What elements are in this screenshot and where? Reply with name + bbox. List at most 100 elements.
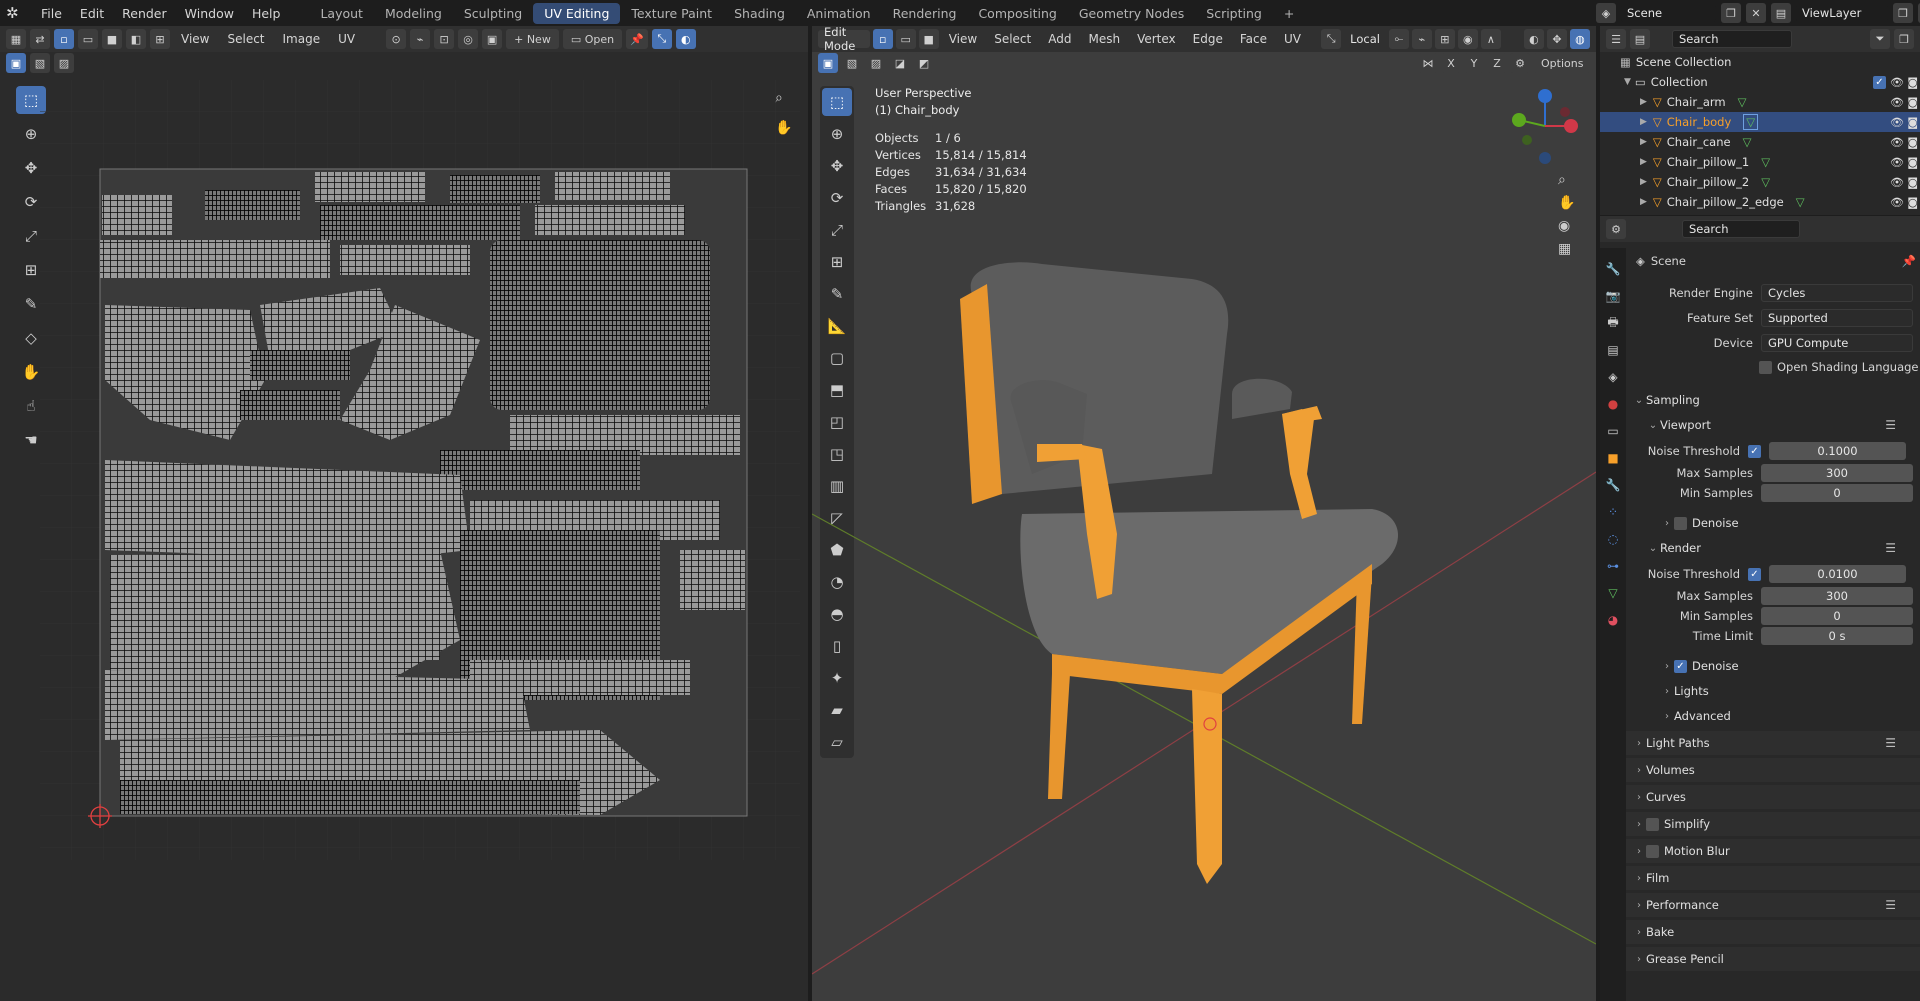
presets-icon[interactable]: ☰ bbox=[1885, 736, 1896, 750]
r-noise-field[interactable]: 0.0100 bbox=[1769, 565, 1906, 583]
pivot-icon[interactable]: ⊙ bbox=[386, 29, 407, 49]
constraints-tab-icon[interactable]: ⊶ bbox=[1603, 555, 1623, 577]
expand-icon[interactable]: ▶ bbox=[1640, 197, 1647, 207]
r-max-field[interactable]: 300 bbox=[1761, 587, 1913, 605]
snap-icon[interactable]: ⌁ bbox=[410, 29, 431, 49]
presets-icon[interactable]: ☰ bbox=[1885, 418, 1896, 432]
island-select-icon[interactable]: ◧ bbox=[126, 29, 146, 49]
scene-icon[interactable]: ◈ bbox=[1596, 3, 1616, 23]
scene-tab-icon[interactable]: ◈ bbox=[1603, 366, 1623, 388]
vp-select-new-icon[interactable]: ▣ bbox=[818, 53, 838, 73]
mesh-data-icon[interactable]: ▽ bbox=[1761, 155, 1770, 169]
outliner-item[interactable]: ▶ ▽ Chair_arm ▽ 👁 ◙ bbox=[1600, 92, 1920, 112]
vp-menu-add[interactable]: Add bbox=[1041, 32, 1078, 46]
orientation-dropdown[interactable]: Local bbox=[1344, 30, 1386, 48]
mirror-y-button[interactable]: Y bbox=[1464, 53, 1484, 73]
output-tab-icon[interactable]: 🖶 bbox=[1603, 312, 1623, 334]
tab-scripting[interactable]: Scripting bbox=[1195, 3, 1273, 24]
eye-icon[interactable]: 👁 bbox=[1890, 176, 1904, 189]
face-mode-icon[interactable]: ■ bbox=[918, 29, 939, 49]
expand-icon[interactable]: ▶ bbox=[1640, 137, 1647, 147]
menu-render[interactable]: Render bbox=[113, 6, 176, 21]
bake-panel[interactable]: › Bake bbox=[1626, 920, 1920, 944]
snap-target-icon[interactable]: ⊡ bbox=[434, 29, 455, 49]
mesh-data-icon[interactable]: ▽ bbox=[1761, 175, 1770, 189]
mirror-icon[interactable]: ⋈ bbox=[1418, 53, 1438, 73]
vp-noise-field[interactable]: 0.1000 bbox=[1769, 442, 1906, 460]
motion-blur-panel[interactable]: › Motion Blur bbox=[1626, 839, 1920, 863]
expand-icon[interactable]: ▶ bbox=[1640, 177, 1647, 187]
tab-modeling[interactable]: Modeling bbox=[374, 3, 453, 24]
mesh-data-tab-icon[interactable]: ▽ bbox=[1603, 582, 1623, 604]
vp-select-invert-icon[interactable]: ◪ bbox=[890, 53, 910, 73]
snapping-icon[interactable]: ⌁ bbox=[1411, 29, 1432, 49]
camera-icon[interactable]: ◙ bbox=[1907, 156, 1918, 169]
view-layer-tab-icon[interactable]: ▤ bbox=[1603, 339, 1623, 361]
edge-select-icon[interactable]: ▭ bbox=[78, 29, 98, 49]
uv-extend-icon[interactable]: ▧ bbox=[30, 53, 50, 73]
outliner-item[interactable]: ▶ ▽ Chair_pillow_1 ▽ 👁 ◙ bbox=[1600, 152, 1920, 172]
outliner-item-selected[interactable]: ▶ ▽ Chair_body ▽ 👁 ◙ bbox=[1600, 112, 1920, 132]
render-tab-icon[interactable]: 📷 bbox=[1603, 285, 1623, 307]
render-engine-dropdown[interactable]: Cycles bbox=[1761, 284, 1913, 302]
feature-set-dropdown[interactable]: Supported bbox=[1761, 309, 1913, 327]
properties-editor-icon[interactable]: ⚙ bbox=[1606, 219, 1626, 239]
pivot-point-icon[interactable]: ⟜ bbox=[1388, 29, 1409, 49]
vertex-select-icon[interactable]: ▫ bbox=[54, 29, 74, 49]
tab-uv-editing[interactable]: UV Editing bbox=[533, 2, 621, 24]
mesh-data-icon[interactable]: ▽ bbox=[1738, 95, 1747, 109]
collapse-icon[interactable]: ▼ bbox=[1624, 77, 1631, 87]
performance-panel[interactable]: › Performance ☰ bbox=[1626, 893, 1920, 917]
vp-menu-select[interactable]: Select bbox=[987, 32, 1038, 46]
outliner-item[interactable]: ▶ ▽ Chair_cane ▽ 👁 ◙ bbox=[1600, 132, 1920, 152]
mode-dropdown[interactable]: Edit Mode bbox=[818, 25, 870, 53]
camera-icon[interactable]: ◙ bbox=[1907, 96, 1918, 109]
sticky-mode-icon[interactable]: ⊞ bbox=[150, 29, 170, 49]
world-tab-icon[interactable]: ● bbox=[1603, 393, 1623, 415]
menu-edit[interactable]: Edit bbox=[71, 6, 113, 21]
tab-rendering[interactable]: Rendering bbox=[882, 3, 968, 24]
uv-canvas[interactable] bbox=[40, 80, 800, 860]
modifier-tab-icon[interactable]: 🔧 bbox=[1603, 474, 1623, 496]
eye-icon[interactable]: 👁 bbox=[1890, 136, 1904, 149]
vp-menu-face[interactable]: Face bbox=[1233, 32, 1274, 46]
mirror-z-button[interactable]: Z bbox=[1487, 53, 1507, 73]
motion-blur-checkbox[interactable] bbox=[1646, 844, 1659, 858]
menu-window[interactable]: Window bbox=[176, 6, 243, 21]
options-dropdown[interactable]: Options bbox=[1533, 53, 1592, 73]
new-view-layer-icon[interactable]: ❐ bbox=[1893, 3, 1913, 23]
expand-icon[interactable]: ▶ bbox=[1640, 97, 1647, 107]
proportional-icon[interactable]: ◉ bbox=[1457, 29, 1478, 49]
volumes-panel[interactable]: › Volumes bbox=[1626, 758, 1920, 782]
tab-shading[interactable]: Shading bbox=[723, 3, 796, 24]
presets-icon[interactable]: ☰ bbox=[1885, 541, 1896, 555]
collection-exclude-checkbox[interactable]: ✓ bbox=[1873, 75, 1886, 89]
r-min-field[interactable]: 0 bbox=[1761, 607, 1913, 625]
tab-sculpting[interactable]: Sculpting bbox=[453, 3, 533, 24]
osl-checkbox[interactable] bbox=[1759, 360, 1772, 374]
outliner-item[interactable]: ▶ ▽ Chair_pillow_2_edge ▽ 👁 ◙ bbox=[1600, 192, 1920, 212]
camera-icon[interactable]: ◙ bbox=[1907, 76, 1918, 89]
edge-mode-icon[interactable]: ▭ bbox=[895, 29, 916, 49]
tool-tab-icon[interactable]: 🔧 bbox=[1603, 258, 1623, 280]
viewport-subpanel-header[interactable]: ⌄ Viewport ☰ bbox=[1626, 413, 1920, 437]
tab-compositing[interactable]: Compositing bbox=[967, 3, 1067, 24]
render-subpanel-header[interactable]: ⌄ Render ☰ bbox=[1626, 536, 1920, 560]
uv-menu-view[interactable]: View bbox=[174, 32, 216, 46]
simplify-checkbox[interactable] bbox=[1646, 817, 1659, 831]
collection-row[interactable]: ▼ ▭ Collection ✓ 👁 ◙ bbox=[1600, 72, 1920, 92]
sampling-panel-header[interactable]: ⌄ Sampling bbox=[1626, 388, 1920, 412]
blender-logo-icon[interactable]: ✲ bbox=[6, 4, 32, 22]
eye-icon[interactable]: 👁 bbox=[1890, 156, 1904, 169]
new-image-button[interactable]: + New bbox=[506, 29, 559, 49]
chair-3d-scene[interactable] bbox=[812, 74, 1596, 1001]
presets-icon[interactable]: ☰ bbox=[1885, 898, 1896, 912]
uv-menu-select[interactable]: Select bbox=[220, 32, 271, 46]
r-denoise-checkbox[interactable]: ✓ bbox=[1674, 659, 1687, 673]
uv-select-mode-icon[interactable]: ▣ bbox=[6, 53, 26, 73]
overlay-toggle-icon[interactable]: ⤡ bbox=[651, 29, 672, 49]
outliner-search-input[interactable]: Search bbox=[1672, 30, 1792, 48]
particles-tab-icon[interactable]: ⁘ bbox=[1603, 501, 1623, 523]
vp-min-field[interactable]: 0 bbox=[1761, 484, 1913, 502]
tab-texture-paint[interactable]: Texture Paint bbox=[620, 3, 723, 24]
